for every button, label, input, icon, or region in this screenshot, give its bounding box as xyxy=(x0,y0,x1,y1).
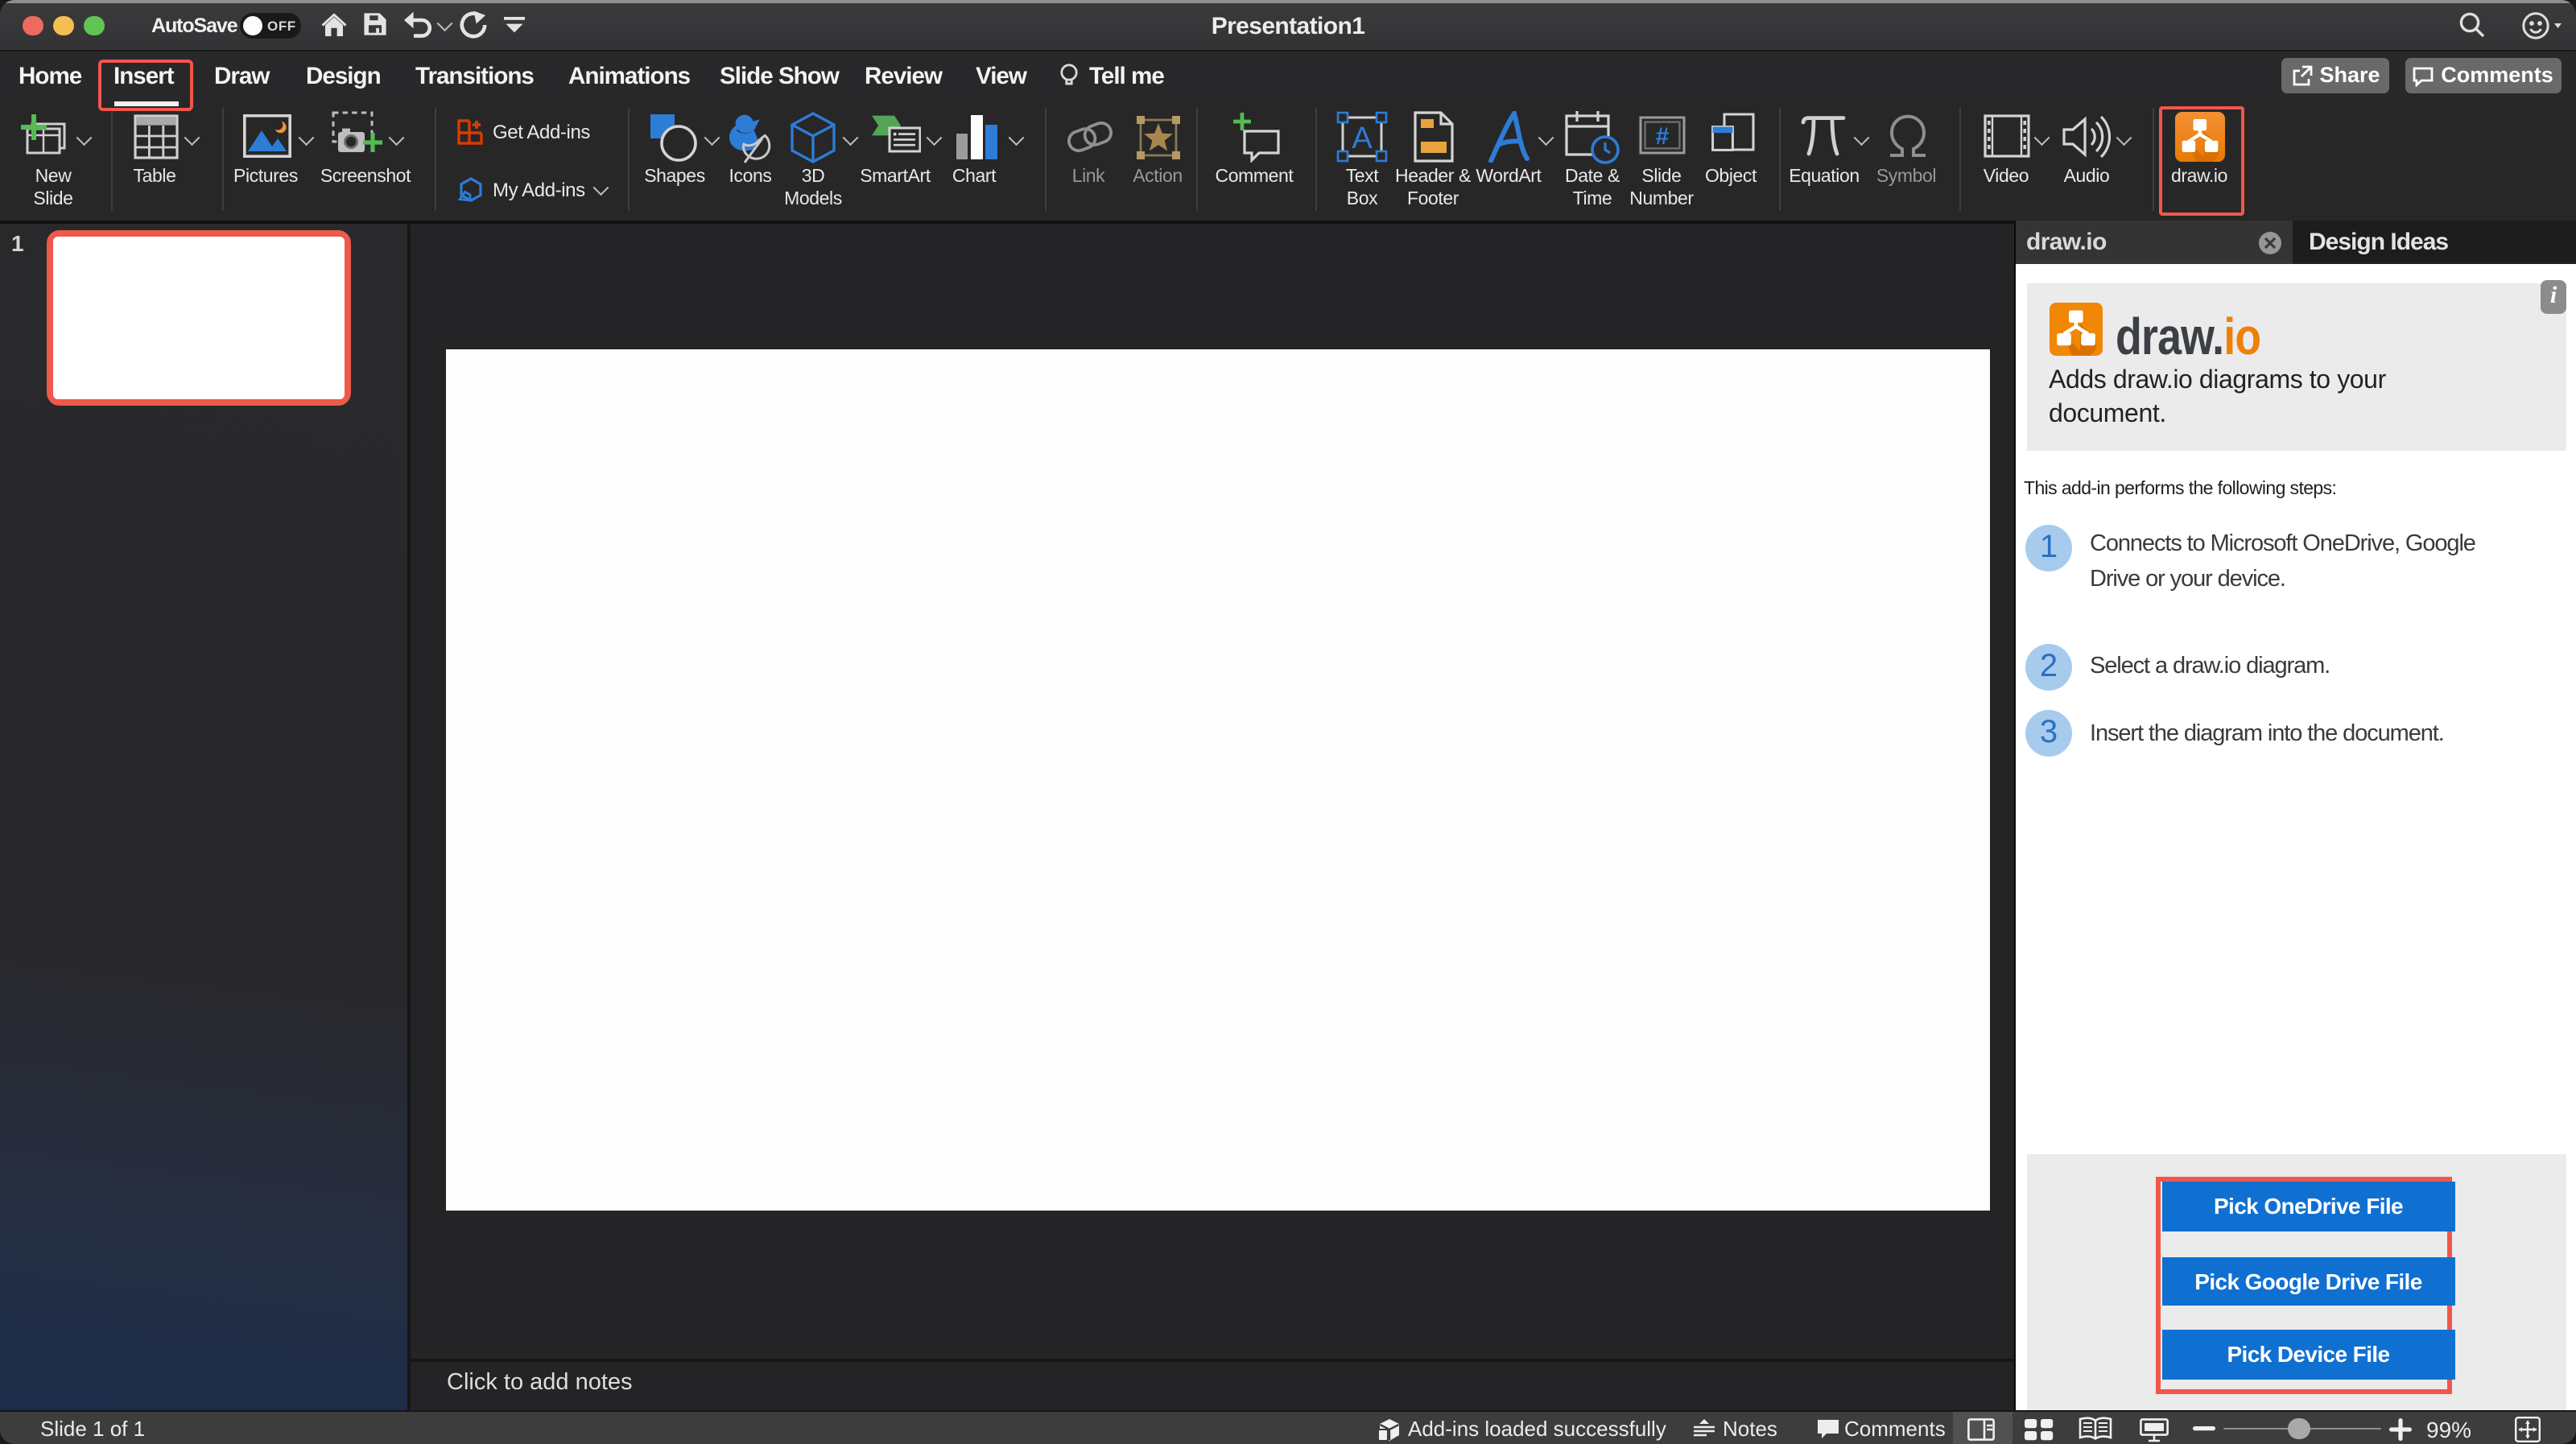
svg-text:A: A xyxy=(1352,122,1373,155)
svg-text:#: # xyxy=(1656,123,1670,150)
